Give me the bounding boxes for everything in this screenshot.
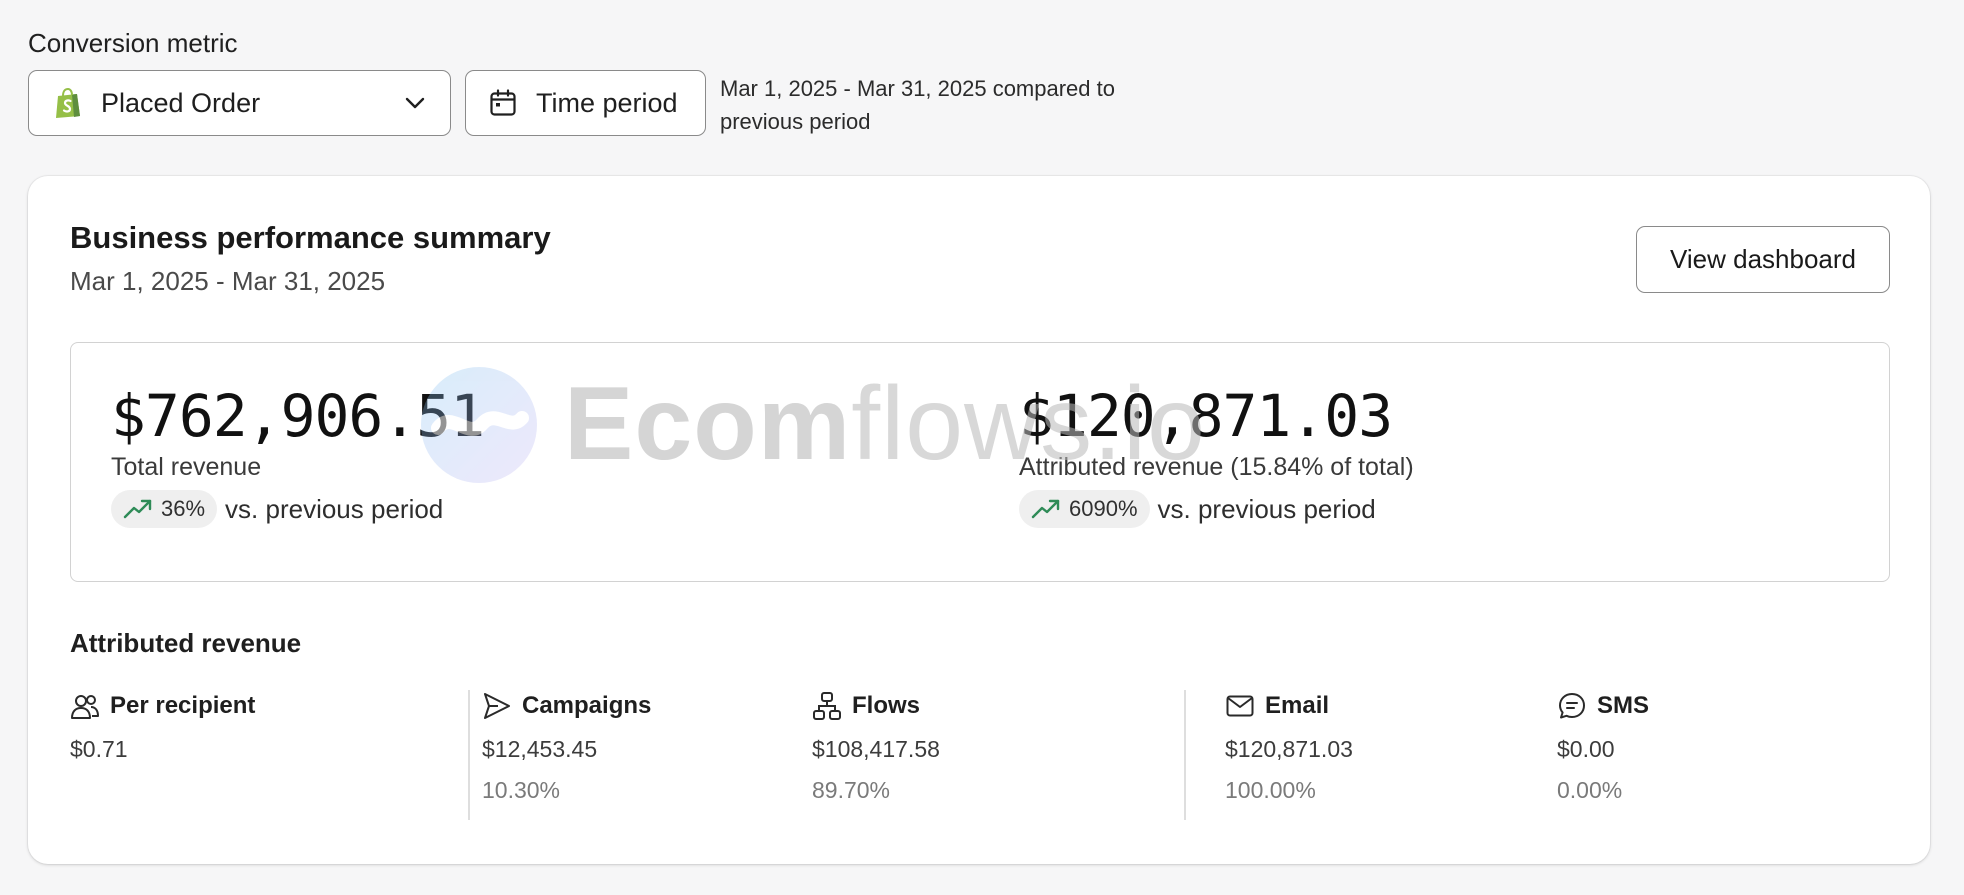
metric-value: $0.71	[70, 736, 128, 762]
attributed-revenue-title: Attributed revenue	[70, 628, 302, 658]
mail-icon	[1225, 691, 1255, 721]
metric-percent: 10.30%	[482, 777, 561, 803]
conversion-metric-label: Conversion metric	[28, 28, 238, 58]
total-revenue-label: Total revenue	[111, 453, 262, 481]
view-dashboard-button[interactable]: View dashboard	[1636, 226, 1890, 293]
card-title: Business performance summary	[70, 220, 551, 255]
attributed-revenue-label: Attributed revenue (15.84% of total)	[1019, 453, 1414, 481]
business-performance-card: Business performance summary Mar 1, 2025…	[28, 176, 1930, 864]
metric-label: Flows	[852, 692, 921, 719]
total-revenue-compare-text: vs. previous period	[225, 493, 444, 524]
metric-per-recipient: Per recipient $0.71	[70, 690, 255, 763]
metric-percent: 100.00%	[1225, 777, 1316, 803]
attributed-revenue-stat: $120,871.03 Attributed revenue (15.84% o…	[1019, 383, 1414, 528]
total-revenue-stat: $762,906.51 Total revenue 36% vs. previo…	[111, 382, 485, 528]
metric-email: Email $120,871.03 100.00%	[1225, 690, 1353, 804]
metric-value: $120,871.03	[1225, 736, 1353, 762]
chevron-down-icon	[402, 90, 428, 116]
time-period-button[interactable]: Time period	[465, 70, 706, 136]
metric-sms: SMS $0.00 0.00%	[1557, 690, 1649, 804]
metric-campaigns: Campaigns $12,453.45 10.30%	[482, 690, 651, 804]
toolbar: Placed Order Time period Mar 1, 2025 - M…	[28, 70, 1190, 138]
card-date-range: Mar 1, 2025 - Mar 31, 2025	[70, 266, 386, 296]
total-revenue-change-badge: 36%	[111, 490, 218, 528]
total-revenue-change: 36%	[161, 496, 206, 521]
attributed-metrics-row: Per recipient $0.71 Campaigns $12,453.45…	[70, 690, 1890, 830]
calendar-icon	[488, 88, 518, 118]
trend-up-icon	[123, 498, 153, 520]
metric-label: Email	[1265, 692, 1330, 719]
metric-flows: Flows $108,417.58 89.70%	[812, 690, 940, 804]
metric-value: $108,417.58	[812, 736, 940, 762]
users-icon	[70, 691, 100, 721]
attributed-revenue-change-badge: 6090%	[1019, 490, 1150, 528]
date-range-text: Mar 1, 2025 - Mar 31, 2025 compared to p…	[720, 76, 1115, 134]
selected-metric: Placed Order	[101, 87, 261, 118]
revenue-stats-box: $762,906.51 Total revenue 36% vs. previo…	[70, 342, 1890, 582]
shopify-bag-icon	[53, 87, 83, 119]
metric-label: SMS	[1597, 692, 1650, 719]
total-revenue-amount: $762,906.51	[111, 382, 485, 450]
trend-up-icon	[1031, 498, 1061, 520]
flows-icon	[812, 691, 842, 721]
time-period-label: Time period	[536, 87, 678, 118]
divider	[468, 690, 470, 820]
attributed-revenue-compare-text: vs. previous period	[1157, 493, 1376, 524]
metric-label: Per recipient	[110, 692, 256, 719]
metric-percent: 0.00%	[1557, 777, 1623, 803]
metric-value: $0.00	[1557, 736, 1615, 762]
attributed-revenue-change: 6090%	[1069, 496, 1138, 521]
metric-label: Campaigns	[522, 692, 652, 719]
attributed-revenue-amount: $120,871.03	[1019, 382, 1393, 450]
send-icon	[482, 691, 512, 721]
divider	[1184, 690, 1186, 820]
conversion-metric-select[interactable]: Placed Order	[28, 70, 451, 136]
metric-percent: 89.70%	[812, 777, 891, 803]
sms-icon	[1557, 691, 1587, 721]
metric-value: $12,453.45	[482, 736, 598, 762]
